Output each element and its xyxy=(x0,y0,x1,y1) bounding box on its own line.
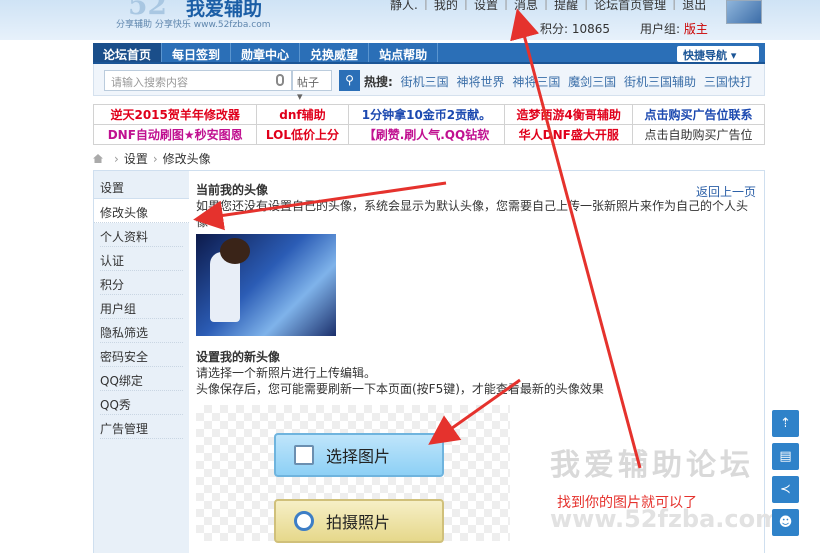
sidebar-item-qq-show[interactable]: QQ秀 xyxy=(100,391,183,415)
group-value[interactable]: 版主 xyxy=(684,22,708,36)
back-to-top-button[interactable]: ⇡ xyxy=(772,410,799,437)
current-avatar-description: 如果您还没有设置自己的头像，系统会显示为默认头像，您需要自己上传一张新照片来作为… xyxy=(196,199,749,229)
sidebar-item-profile[interactable]: 个人资料 xyxy=(100,223,183,247)
top-user-links: 静人. | 我的 | 设置 | 消息 | 提醒 | 论坛首页管理 | 退出 xyxy=(384,0,712,13)
nav-exchange[interactable]: 兑换威望 xyxy=(300,43,370,62)
top-link-admin[interactable]: 论坛首页管理 xyxy=(588,0,672,13)
main-nav: 论坛首页 每日签到 勋章中心 兑换威望 站点帮助 xyxy=(93,43,765,64)
quick-nav-button[interactable]: 快捷导航 ▾ xyxy=(677,46,759,62)
sidebar-item-verify[interactable]: 认证 xyxy=(100,247,183,271)
ad-link[interactable]: LOL低价上分 xyxy=(256,124,349,145)
ad-link[interactable]: 点击购买广告位联系 xyxy=(632,104,765,125)
hot-item[interactable]: 三国快打 xyxy=(704,75,752,89)
hot-label: 热搜: xyxy=(364,75,393,89)
document-button[interactable]: ▤ xyxy=(772,443,799,470)
home-icon[interactable] xyxy=(93,154,103,163)
top-link-username[interactable]: 静人. xyxy=(384,0,424,13)
new-avatar-refresh-note: 头像保存后，您可能需要刷新一下本页面(按F5键)，才能查看最新的头像效果 xyxy=(196,382,604,396)
chevron-down-icon: ▾ xyxy=(730,49,737,62)
chevron-down-icon: ▾ xyxy=(297,90,303,103)
hot-searches: 热搜: 街机三国 神将世界 神将三国 魔剑三国 街机三国辅助 三国快打 xyxy=(364,73,752,90)
ad-link[interactable]: 1分钟拿10金币2贡献。 xyxy=(347,104,506,125)
user-button[interactable]: ☻ xyxy=(772,509,799,536)
ad-link[interactable]: 造梦西游4衡哥辅助 xyxy=(504,104,634,125)
share-button[interactable]: ≺ xyxy=(772,476,799,503)
nav-help[interactable]: 站点帮助 xyxy=(369,43,439,62)
hot-item[interactable]: 街机三国 xyxy=(401,75,449,89)
ad-link[interactable]: DNF自动刷图★秒安图恩 xyxy=(92,124,258,145)
avatar-hair xyxy=(220,238,250,264)
sidebar-item-usergroup[interactable]: 用户组 xyxy=(100,295,183,319)
ad-link[interactable]: dnf辅助 xyxy=(256,104,349,125)
search-button[interactable]: ⚲ xyxy=(339,70,360,91)
search-bar: 请输入搜索内容 帖子 ▾ ⚲ 热搜: 街机三国 神将世界 神将三国 魔剑三国 街… xyxy=(93,64,765,103)
user-info: 积分: 10865 用户组: 版主 xyxy=(540,20,708,37)
search-icon: ⚲ xyxy=(345,73,354,87)
top-link-settings[interactable]: 设置 xyxy=(468,0,504,13)
user-icon: ☻ xyxy=(778,515,793,530)
hot-item[interactable]: 神将世界 xyxy=(456,75,504,89)
breadcrumb-separator: › xyxy=(114,151,119,166)
search-category-value: 帖子 xyxy=(297,76,319,89)
breadcrumb-item[interactable]: 修改头像 xyxy=(163,150,211,167)
group-label: 用户组: xyxy=(640,22,681,36)
current-avatar-image xyxy=(196,234,336,336)
ad-link[interactable]: 点击自助购买广告位 xyxy=(632,124,765,145)
hot-item[interactable]: 街机三国辅助 xyxy=(624,75,696,89)
take-photo-label: 拍摄照片 xyxy=(326,513,391,532)
ad-link[interactable]: 【刷赞.刷人气.QQ钻软 xyxy=(347,124,506,145)
sidebar-title: 设置 xyxy=(94,171,189,199)
top-link-mine[interactable]: 我的 xyxy=(428,0,464,13)
ad-link[interactable]: 逆天2015贺羊年修改器 xyxy=(92,104,258,125)
doc-icon: ▤ xyxy=(779,449,792,464)
quick-nav-label: 快捷导航 xyxy=(683,49,727,62)
back-link[interactable]: 返回上一页 xyxy=(696,183,756,200)
nav-checkin[interactable]: 每日签到 xyxy=(162,43,232,62)
logo-subtext: 分享辅助 分享快乐 www.52fzba.com xyxy=(116,20,271,30)
top-link-reminders[interactable]: 提醒 xyxy=(548,0,584,13)
top-link-logout[interactable]: 退出 xyxy=(676,0,712,13)
current-avatar-heading: 当前我的头像 xyxy=(196,183,269,197)
ad-links-table: 逆天2015贺羊年修改器 dnf辅助 1分钟拿10金币2贡献。 造梦西游4衡哥辅… xyxy=(92,104,765,145)
select-image-label: 选择图片 xyxy=(326,447,391,466)
nav-home[interactable]: 论坛首页 xyxy=(93,43,163,62)
table-row: 逆天2015贺羊年修改器 dnf辅助 1分钟拿10金币2贡献。 造梦西游4衡哥辅… xyxy=(92,104,765,125)
new-avatar-instructions: 请选择一个新照片进行上传编辑。 xyxy=(196,366,377,380)
sidebar-item-qq-bind[interactable]: QQ绑定 xyxy=(100,367,183,391)
main-content: 当前我的头像 返回上一页 如果您还没有设置自己的头像，系统会显示为默认头像，您需… xyxy=(196,181,756,543)
take-photo-button[interactable]: 拍摄照片 xyxy=(274,499,444,543)
avatar[interactable] xyxy=(726,0,762,24)
breadcrumb: › 设置 › 修改头像 xyxy=(93,150,211,167)
sidebar-item-avatar[interactable]: 修改头像 xyxy=(94,199,189,223)
settings-sidebar: 设置 修改头像 个人资料 认证 积分 用户组 隐私筛选 密码安全 QQ绑定 QQ… xyxy=(94,171,189,553)
search-category-select[interactable]: 帖子 ▾ xyxy=(292,70,332,103)
share-icon: ≺ xyxy=(780,482,791,497)
search-input[interactable]: 请输入搜索内容 xyxy=(104,70,292,91)
annotation-note: 找到你的图片就可以了 xyxy=(557,495,697,511)
watermark-title: 我爱辅助论坛 xyxy=(550,448,754,483)
hot-item[interactable]: 魔剑三国 xyxy=(568,75,616,89)
new-avatar-heading: 设置我的新头像 xyxy=(196,350,281,364)
sidebar-item-security[interactable]: 密码安全 xyxy=(100,343,183,367)
select-image-button[interactable]: 选择图片 xyxy=(274,433,444,477)
avatar-upload-area: 选择图片 拍摄照片 xyxy=(196,405,510,543)
sidebar-item-privacy[interactable]: 隐私筛选 xyxy=(100,319,183,343)
sidebar-item-ads[interactable]: 广告管理 xyxy=(100,415,183,439)
top-link-messages[interactable]: 消息 xyxy=(508,0,544,13)
webcam-icon xyxy=(294,511,314,531)
hot-item[interactable]: 神将三国 xyxy=(512,75,560,89)
sidebar-item-points[interactable]: 积分 xyxy=(100,271,183,295)
nav-medals[interactable]: 勋章中心 xyxy=(231,43,301,62)
table-row: DNF自动刷图★秒安图恩 LOL低价上分 【刷赞.刷人气.QQ钻软 华人DNF盛… xyxy=(92,124,765,145)
photo-icon xyxy=(294,445,314,465)
breadcrumb-item[interactable]: 设置 xyxy=(124,150,148,167)
breadcrumb-separator: › xyxy=(152,151,158,166)
top-icon: ⇡ xyxy=(780,416,791,431)
microphone-icon[interactable] xyxy=(276,74,284,86)
points-label[interactable]: 积分: 10865 xyxy=(540,22,610,36)
ad-link[interactable]: 华人DNF盛大开服 xyxy=(504,124,634,145)
